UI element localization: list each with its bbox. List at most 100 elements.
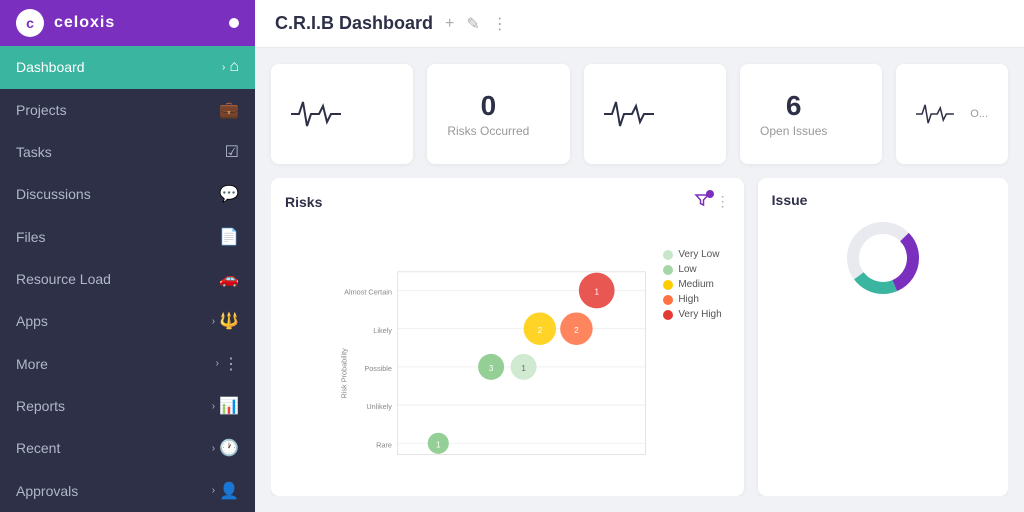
very-low-label: Very Low [678, 249, 719, 260]
svg-text:Possible: Possible [364, 364, 392, 373]
sidebar-item-approvals[interactable]: Approvals › 👤 [0, 470, 255, 512]
waveform-icon-3 [916, 96, 954, 132]
chart-legend: Very Low Low Medium High [663, 249, 721, 320]
sidebar-item-apps[interactable]: Apps › 🔱 [0, 300, 255, 342]
apps-icon: 🔱 [219, 311, 239, 331]
sidebar-item-label: Recent [16, 440, 212, 456]
tasks-icon: ☑ [225, 142, 239, 162]
legend-item-low: Low [663, 264, 721, 275]
main-content: C.R.I.B Dashboard + ✎ ⋮ 0 Risks Occurred [255, 0, 1024, 512]
sidebar-item-resource-load[interactable]: Resource Load 🚗 [0, 258, 255, 300]
low-color [663, 265, 673, 275]
risks-chart-title: Risks [285, 194, 694, 210]
risks-chart-header: Risks ⋮ [285, 192, 730, 211]
waveform-icon-2 [604, 96, 654, 132]
chevron-right-icon: › [212, 443, 215, 454]
discussions-icon: 💬 [219, 184, 239, 204]
issues-donut-svg [843, 218, 923, 298]
risks-count: 0 [447, 90, 529, 122]
legend-item-high: High [663, 294, 721, 305]
stat-card-issues: 6 Open Issues [740, 64, 882, 164]
dashboard-icon: ⌂ [229, 58, 239, 76]
charts-row: Risks ⋮ Almost Certain [271, 178, 1008, 496]
logo-icon: c [16, 9, 44, 37]
svg-text:Risk Probability: Risk Probability [339, 348, 348, 399]
more-icon: ⋮ [223, 354, 239, 374]
issues-stat-info: 6 Open Issues [760, 90, 827, 138]
projects-icon: 💼 [219, 100, 239, 120]
svg-text:Likely: Likely [373, 326, 392, 335]
filter-button[interactable] [694, 192, 710, 211]
topbar: C.R.I.B Dashboard + ✎ ⋮ [255, 0, 1024, 48]
sidebar-item-label: More [16, 356, 216, 372]
waveform-icon-1 [291, 96, 341, 132]
sidebar-header: c celoxis [0, 0, 255, 46]
dashboard-body: 0 Risks Occurred 6 Open Issues O... [255, 48, 1024, 512]
page-title: C.R.I.B Dashboard [275, 13, 433, 34]
very-low-color [663, 250, 673, 260]
filter-icon [694, 192, 710, 208]
header-dot [229, 18, 239, 28]
very-high-color [663, 310, 673, 320]
issues-chart-card: Issue [758, 178, 1008, 496]
sidebar-item-tasks[interactable]: Tasks ☑ [0, 131, 255, 173]
sidebar-item-projects[interactable]: Projects 💼 [0, 89, 255, 131]
legend-item-very-low: Very Low [663, 249, 721, 260]
svg-text:2: 2 [574, 326, 579, 335]
high-color [663, 295, 673, 305]
sidebar-item-label: Files [16, 229, 219, 245]
sidebar-item-label: Tasks [16, 144, 225, 160]
svg-text:Almost Certain: Almost Certain [344, 288, 392, 297]
issues-label: Open Issues [760, 124, 827, 138]
sidebar-item-label: Discussions [16, 186, 219, 202]
edit-button[interactable]: ✎ [466, 14, 479, 34]
svg-text:2: 2 [538, 326, 543, 335]
svg-text:1: 1 [594, 288, 599, 297]
risks-stat-info: 0 Risks Occurred [447, 90, 529, 138]
issues-count: 6 [760, 90, 827, 122]
low-label: Low [678, 264, 696, 275]
stat-card-risks: 0 Risks Occurred [427, 64, 569, 164]
svg-text:Rare: Rare [376, 440, 392, 449]
svg-text:1: 1 [521, 364, 526, 373]
medium-color [663, 280, 673, 290]
sidebar-item-reports[interactable]: Reports › 📊 [0, 385, 255, 427]
more-options-button[interactable]: ⋮ [492, 14, 508, 34]
sidebar-item-dashboard[interactable]: Dashboard › ⌂ [0, 46, 255, 88]
very-high-label: Very High [678, 309, 721, 320]
stat-card-wave-1 [271, 64, 413, 164]
risks-chart-card: Risks ⋮ Almost Certain [271, 178, 744, 496]
high-label: High [678, 294, 699, 305]
stat-partial-label: O... [970, 108, 988, 120]
sidebar-item-files[interactable]: Files 📄 [0, 216, 255, 258]
sidebar-item-label: Approvals [16, 483, 212, 499]
sidebar-item-label: Resource Load [16, 271, 219, 287]
svg-text:Unlikely: Unlikely [366, 402, 392, 411]
svg-text:3: 3 [489, 364, 494, 373]
sidebar-item-label: Apps [16, 313, 212, 329]
sidebar-item-more[interactable]: More › ⋮ [0, 343, 255, 385]
chevron-right-icon: › [212, 485, 215, 496]
chevron-right-icon: › [222, 62, 225, 73]
sidebar-item-discussions[interactable]: Discussions 💬 [0, 173, 255, 215]
recent-icon: 🕐 [219, 438, 239, 458]
sidebar-item-label: Projects [16, 102, 219, 118]
bubble-chart: Almost Certain Likely Possible Unlikely … [285, 219, 730, 479]
sidebar-item-recent[interactable]: Recent › 🕐 [0, 427, 255, 469]
chevron-right-icon: › [212, 401, 215, 412]
sidebar: c celoxis Dashboard › ⌂ Projects 💼 Tasks… [0, 0, 255, 512]
issues-donut [772, 218, 994, 298]
add-button[interactable]: + [445, 15, 454, 33]
risks-label: Risks Occurred [447, 124, 529, 138]
more-options-icon[interactable]: ⋮ [716, 193, 730, 210]
approvals-icon: 👤 [219, 481, 239, 501]
issues-chart-title: Issue [772, 192, 994, 208]
chevron-right-icon: › [212, 316, 215, 327]
reports-icon: 📊 [219, 396, 239, 416]
legend-item-medium: Medium [663, 279, 721, 290]
stat-cards-row: 0 Risks Occurred 6 Open Issues O... [271, 64, 1008, 164]
sidebar-item-label: Reports [16, 398, 212, 414]
medium-label: Medium [678, 279, 714, 290]
svg-text:1: 1 [436, 440, 441, 449]
logo-text: celoxis [54, 14, 115, 32]
